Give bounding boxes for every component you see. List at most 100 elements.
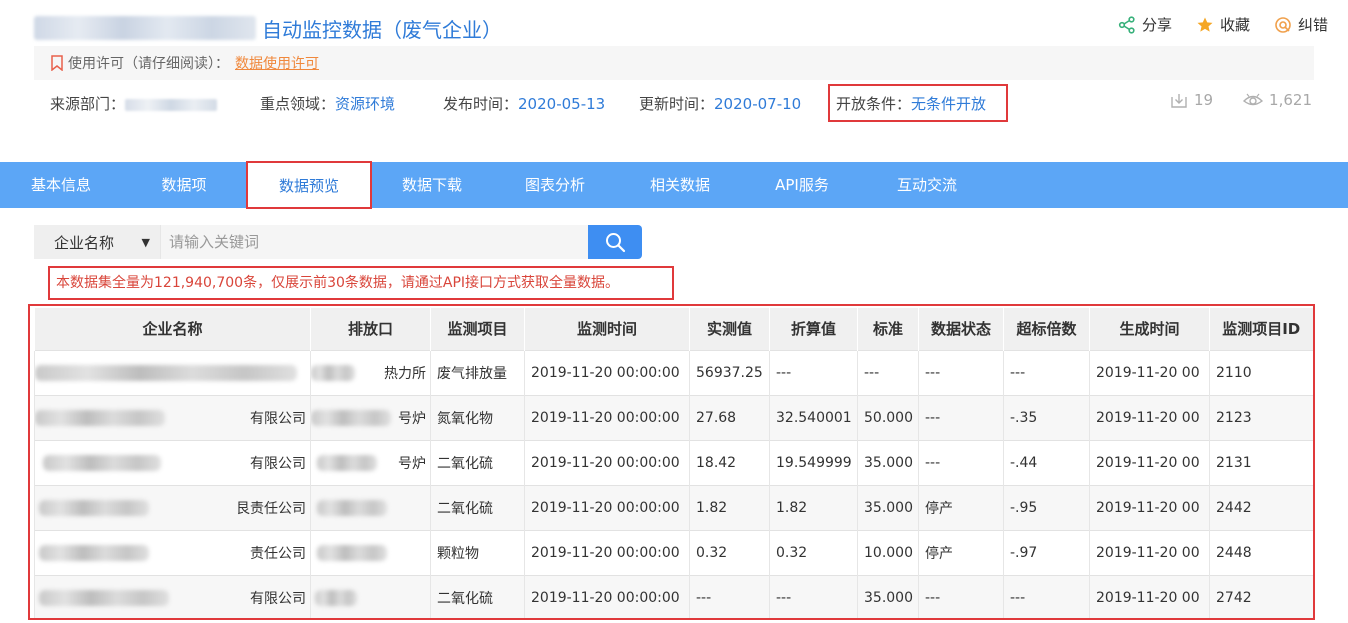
meta-source: 来源部门： bbox=[50, 93, 218, 114]
table-cell: --- bbox=[769, 349, 858, 395]
table-cell: 颗粒物 bbox=[430, 529, 525, 575]
search-field-select[interactable]: 企业名称 ▼ bbox=[34, 225, 160, 259]
tab-related-data[interactable]: 相关数据 bbox=[618, 162, 742, 208]
redacted-company-name bbox=[35, 364, 297, 381]
tab-api-service[interactable]: API服务 bbox=[742, 162, 862, 208]
col-header: 标准 bbox=[857, 308, 919, 350]
eye-icon bbox=[1243, 93, 1264, 106]
table-cell: 2019-11-20 00 bbox=[1089, 394, 1210, 440]
table-cell: --- bbox=[857, 349, 919, 395]
col-header: 超标倍数 bbox=[1003, 308, 1090, 350]
table-cell: 有限公司 bbox=[34, 394, 311, 440]
tab-data-items[interactable]: 数据项 bbox=[122, 162, 246, 208]
redacted-company-name bbox=[39, 589, 169, 606]
table-header-row: 企业名称 排放口 监测项目 监测时间 实测值 折算值 标准 数据状态 超标倍数 … bbox=[34, 308, 1313, 350]
table-cell: 废气排放量 bbox=[430, 349, 525, 395]
table-cell: 2442 bbox=[1209, 484, 1313, 530]
table-cell: 2019-11-20 00:00:00 bbox=[524, 439, 690, 485]
table-row[interactable]: 有限公司 二氧化硫 2019-11-20 00:00:00 --- --- 35.000-… bbox=[34, 574, 1313, 618]
col-header: 监测项目ID bbox=[1209, 308, 1313, 350]
table-cell bbox=[310, 484, 431, 530]
table-cell: -.97 bbox=[1003, 529, 1090, 575]
table-row[interactable]: 有限公司 号炉 二氧化硫 2019-11-20 00:00:00 18.42 19.549… bbox=[34, 439, 1313, 485]
tab-interaction[interactable]: 互动交流 bbox=[862, 162, 992, 208]
redacted-outlet-name bbox=[317, 454, 377, 471]
table-cell: 2123 bbox=[1209, 394, 1313, 440]
table-cell: 号炉 bbox=[310, 439, 431, 485]
error-icon bbox=[1275, 16, 1291, 33]
publish-value: 2020-05-13 bbox=[518, 95, 606, 113]
open-condition-highlight bbox=[828, 84, 1008, 122]
table-cell: --- bbox=[1003, 349, 1090, 395]
share-label: 分享 bbox=[1141, 16, 1172, 34]
table-cell: 19.549999 bbox=[769, 439, 858, 485]
source-redacted bbox=[125, 98, 218, 111]
search-button[interactable] bbox=[588, 225, 642, 259]
table-cell: --- bbox=[1003, 574, 1090, 618]
redacted-company-name bbox=[39, 544, 149, 561]
table-row[interactable]: 有限公司 号炉 氮氧化物 2019-11-20 00:00:00 27.68 32.540… bbox=[34, 394, 1313, 440]
table-cell: 艮责任公司 bbox=[34, 484, 311, 530]
table-cell: 2019-11-20 00 bbox=[1089, 574, 1210, 618]
preview-table-highlight: 企业名称 排放口 监测项目 监测时间 实测值 折算值 标准 数据状态 超标倍数 … bbox=[28, 304, 1315, 620]
table-cell: 停产 bbox=[918, 529, 1004, 575]
redacted-outlet-name bbox=[317, 544, 387, 561]
table-cell: -.35 bbox=[1003, 394, 1090, 440]
table-body: 热力所 废气排放量 2019-11-20 00:00:00 56937.25 --- --… bbox=[34, 349, 1313, 618]
report-error-button[interactable]: 纠错 bbox=[1274, 14, 1328, 35]
meta-publish: 发布时间：2020-05-13 bbox=[443, 93, 605, 114]
table-cell: 35.000 bbox=[857, 484, 919, 530]
redacted-outlet-name bbox=[311, 409, 391, 426]
table-cell: 2110 bbox=[1209, 349, 1313, 395]
table-cell bbox=[310, 529, 431, 575]
tab-chart-analysis[interactable]: 图表分析 bbox=[492, 162, 618, 208]
dataset-notice: 本数据集全量为121,940,700条，仅展示前30条数据，请通过API接口方式… bbox=[48, 266, 674, 300]
license-label: 使用许可（请仔细阅读）： bbox=[68, 56, 229, 72]
table-cell: 35.000 bbox=[857, 439, 919, 485]
license-link[interactable]: 数据使用许可 bbox=[235, 53, 319, 73]
share-icon bbox=[1118, 15, 1135, 34]
update-value: 2020-07-10 bbox=[714, 95, 802, 113]
table-cell: 1.82 bbox=[689, 484, 770, 530]
table-row[interactable]: 艮责任公司 二氧化硫 2019-11-20 00:00:00 1.82 1.82 35.0… bbox=[34, 484, 1313, 530]
table-cell bbox=[34, 349, 311, 395]
search-bar: 企业名称 ▼ bbox=[34, 225, 642, 259]
redacted-outlet-name bbox=[317, 499, 387, 516]
report-error-label: 纠错 bbox=[1297, 16, 1328, 34]
favorite-label: 收藏 bbox=[1219, 16, 1250, 34]
search-field-select-value: 企业名称 bbox=[54, 233, 115, 252]
table-cell: -.95 bbox=[1003, 484, 1090, 530]
redacted-outlet-name bbox=[315, 589, 357, 606]
col-header: 数据状态 bbox=[918, 308, 1004, 350]
tab-data-download[interactable]: 数据下载 bbox=[372, 162, 492, 208]
table-cell: 2742 bbox=[1209, 574, 1313, 618]
col-header: 排放口 bbox=[310, 308, 431, 350]
table-cell: 10.000 bbox=[857, 529, 919, 575]
view-count-value: 1,621 bbox=[1269, 91, 1312, 109]
table-cell: 停产 bbox=[918, 484, 1004, 530]
table-cell: 氮氧化物 bbox=[430, 394, 525, 440]
table-cell: --- bbox=[918, 394, 1004, 440]
col-header: 生成时间 bbox=[1089, 308, 1210, 350]
table-row[interactable]: 责任公司 颗粒物 2019-11-20 00:00:00 0.32 0.32 10.000… bbox=[34, 529, 1313, 575]
share-button[interactable]: 分享 bbox=[1118, 14, 1172, 35]
publish-label: 发布时间： bbox=[443, 95, 519, 113]
search-input[interactable] bbox=[160, 225, 588, 259]
field-value[interactable]: 资源环境 bbox=[335, 95, 395, 113]
table-row[interactable]: 热力所 废气排放量 2019-11-20 00:00:00 56937.25 --- --… bbox=[34, 349, 1313, 395]
title-redacted bbox=[34, 16, 256, 40]
col-header: 监测项目 bbox=[430, 308, 525, 350]
table-cell: 27.68 bbox=[689, 394, 770, 440]
favorite-button[interactable]: 收藏 bbox=[1196, 14, 1250, 35]
meta-field: 重点领域：资源环境 bbox=[260, 93, 395, 114]
tab-data-preview[interactable]: 数据预览 bbox=[246, 161, 372, 209]
preview-table: 企业名称 排放口 监测项目 监测时间 实测值 折算值 标准 数据状态 超标倍数 … bbox=[34, 308, 1313, 618]
table-cell: 2019-11-20 00:00:00 bbox=[524, 394, 690, 440]
table-cell: 热力所 bbox=[310, 349, 431, 395]
table-cell: 2448 bbox=[1209, 529, 1313, 575]
source-label: 来源部门： bbox=[50, 95, 126, 113]
download-count-value: 19 bbox=[1193, 91, 1214, 109]
tab-basic-info[interactable]: 基本信息 bbox=[0, 162, 122, 208]
download-count: 19 bbox=[1170, 91, 1213, 109]
table-cell: -.44 bbox=[1003, 439, 1090, 485]
